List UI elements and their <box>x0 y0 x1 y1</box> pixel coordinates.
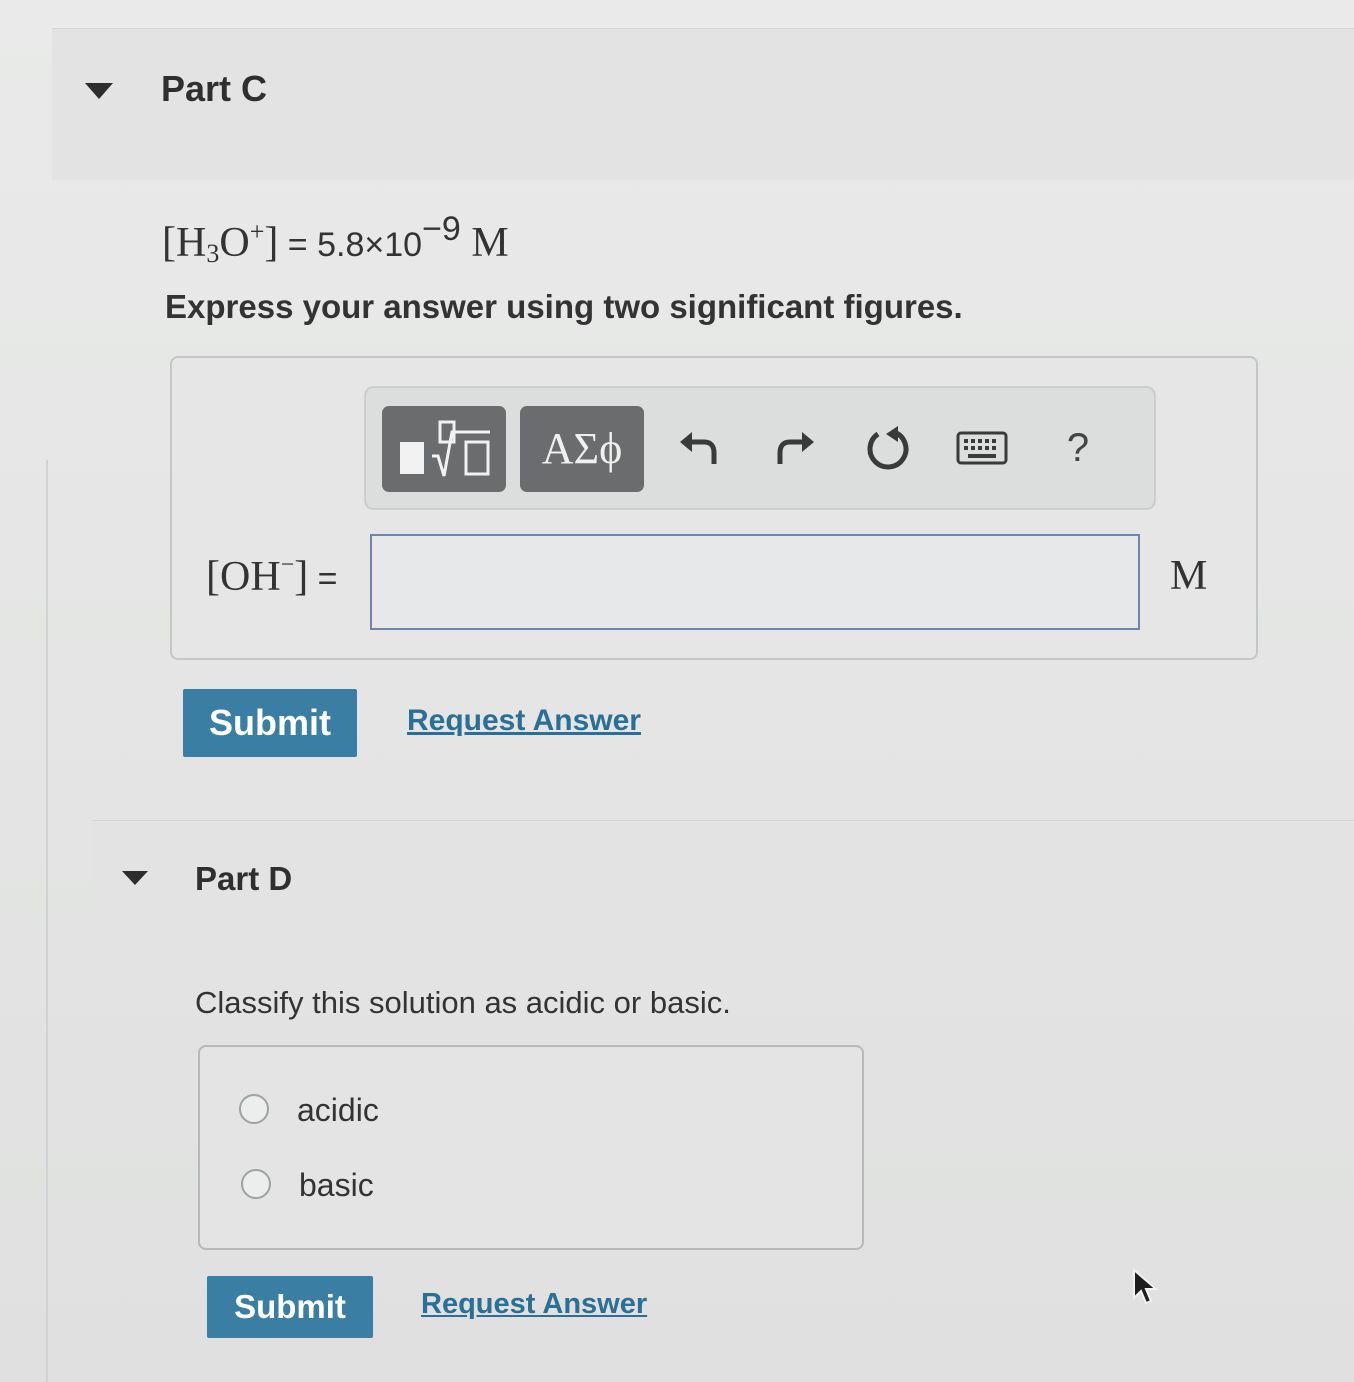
part-d-title: Part D <box>195 860 293 897</box>
radio-basic[interactable] <box>241 1169 271 1199</box>
symbols-button[interactable]: ΑΣϕ <box>520 406 644 492</box>
question-text: Classify this solution as acidic or basi… <box>195 985 731 1020</box>
redo-icon[interactable] <box>766 418 826 478</box>
answer-unit: M <box>1170 553 1208 599</box>
request-answer-link-part-c[interactable]: Request Answer <box>407 704 641 738</box>
options-container <box>198 1045 864 1250</box>
collapse-caret-icon[interactable] <box>122 871 148 885</box>
mouse-cursor-icon <box>1133 1268 1159 1305</box>
left-border <box>0 460 48 1382</box>
part-c-title: Part C <box>161 68 268 109</box>
request-answer-link-part-d[interactable]: Request Answer <box>421 1288 647 1321</box>
help-button[interactable]: ? <box>1058 418 1098 478</box>
answer-input[interactable] <box>370 534 1140 630</box>
collapse-caret-icon[interactable] <box>85 83 113 99</box>
option-label-basic[interactable]: basic <box>299 1167 374 1204</box>
given-concentration: [H3O+] = 5.8×10−9 M <box>162 210 509 268</box>
reset-icon[interactable] <box>858 418 918 478</box>
undo-icon[interactable] <box>668 418 728 478</box>
templates-button[interactable] <box>382 406 506 492</box>
submit-button-part-c[interactable]: Submit <box>183 689 357 757</box>
option-label-acidic[interactable]: acidic <box>297 1092 379 1129</box>
answer-label: [OH−] = <box>206 552 338 600</box>
radio-acidic[interactable] <box>239 1094 269 1124</box>
keyboard-icon[interactable] <box>952 418 1012 478</box>
instruction-text: Express your answer using two significan… <box>165 288 963 325</box>
templates-icon <box>400 420 490 477</box>
submit-button-part-d[interactable]: Submit <box>207 1276 373 1338</box>
